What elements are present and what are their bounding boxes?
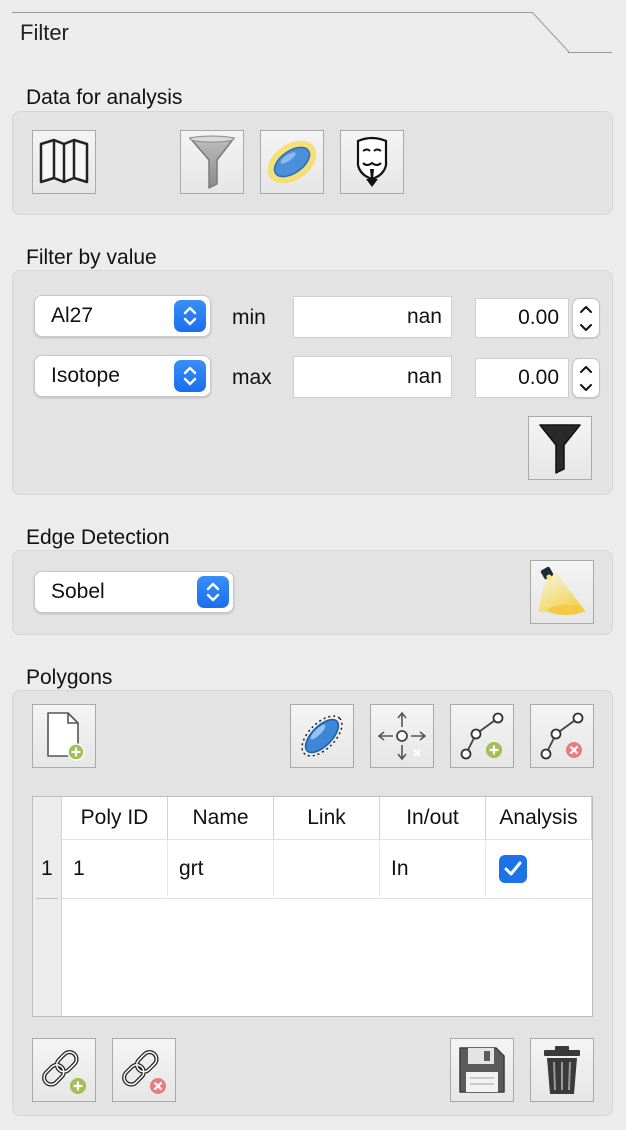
chevron-updown-icon [174, 300, 206, 332]
map-button[interactable] [32, 130, 96, 194]
cell-divider [379, 841, 380, 897]
save-button[interactable] [450, 1038, 514, 1102]
move-point-icon [377, 711, 427, 761]
cell-divider [273, 841, 274, 897]
chevron-down-icon[interactable] [573, 378, 599, 397]
chevron-updown-icon [197, 576, 229, 608]
column-header-poly-id[interactable]: Poly ID [62, 797, 168, 839]
edge-detect-button[interactable] [530, 560, 594, 624]
edge-method-value: Sobel [51, 580, 105, 603]
funnel-icon [189, 135, 235, 189]
cell-name[interactable]: grt [179, 841, 269, 897]
cell-divider [485, 841, 486, 897]
min-spinbox[interactable]: 0.00 [475, 298, 569, 338]
max-spinbox[interactable]: 0.00 [475, 358, 569, 398]
row-divider [62, 898, 592, 899]
save-icon [459, 1047, 505, 1093]
chevron-up-icon[interactable] [573, 359, 599, 378]
max-value-field[interactable]: nan [293, 356, 452, 398]
remove-point-icon [540, 712, 584, 760]
section-heading-data-for-analysis: Data for analysis [26, 86, 183, 109]
move-point-button[interactable] [370, 704, 434, 768]
type-select[interactable]: Isotope [34, 355, 211, 397]
tab-border-right [568, 52, 612, 53]
section-heading-filter-by-value: Filter by value [26, 246, 157, 269]
map-icon [39, 138, 89, 184]
cell-poly-id[interactable]: 1 [73, 841, 163, 897]
min-label: min [232, 306, 266, 329]
cell-in-out[interactable]: In [391, 841, 481, 897]
tab-corner [531, 12, 570, 53]
min-value-field[interactable]: nan [293, 296, 452, 338]
column-header-link[interactable]: Link [274, 797, 380, 839]
row-index[interactable]: 1 [41, 841, 61, 897]
cell-link[interactable] [285, 841, 375, 897]
remove-point-button[interactable] [530, 704, 594, 768]
polygons-table[interactable]: Poly ID Name Link In/out Analysis 1 1 gr… [32, 796, 593, 1017]
delete-button[interactable] [530, 1038, 594, 1102]
remove-link-button[interactable] [112, 1038, 176, 1102]
polygon-highlight-icon [267, 140, 317, 184]
checkmark-icon [504, 861, 522, 876]
add-point-icon [460, 712, 504, 760]
funnel-dark-icon [539, 424, 581, 474]
section-heading-polygons: Polygons [26, 666, 113, 689]
new-polygon-button[interactable] [32, 704, 96, 768]
link-remove-icon [122, 1050, 166, 1094]
tab-border [12, 12, 532, 13]
cell-divider [167, 841, 168, 897]
spotlight-icon [538, 566, 586, 615]
type-select-value: Isotope [51, 364, 120, 387]
element-select-value: Al27 [51, 304, 94, 327]
add-point-button[interactable] [450, 704, 514, 768]
tab-filter[interactable]: Filter [20, 20, 69, 46]
new-document-icon [47, 712, 85, 761]
chevron-updown-icon [174, 360, 206, 392]
polygon-edit-icon [301, 715, 343, 757]
filter-data-button[interactable] [180, 130, 244, 194]
header-divider [62, 839, 592, 840]
mask-button[interactable] [340, 130, 404, 194]
mask-icon [356, 136, 388, 187]
row-gutter-divider [36, 898, 58, 899]
section-heading-edge-detection: Edge Detection [26, 526, 170, 549]
edge-method-select[interactable]: Sobel [34, 571, 234, 613]
cell-analysis [499, 841, 579, 897]
apply-filter-button[interactable] [528, 416, 592, 480]
chevron-up-icon[interactable] [573, 299, 599, 318]
min-stepper[interactable] [572, 298, 600, 338]
max-label: max [232, 366, 272, 389]
link-add-icon [42, 1050, 86, 1094]
add-link-button[interactable] [32, 1038, 96, 1102]
edit-polygon-button[interactable] [290, 704, 354, 768]
element-select[interactable]: Al27 [34, 295, 211, 337]
column-header-in-out[interactable]: In/out [380, 797, 486, 839]
max-stepper[interactable] [572, 358, 600, 398]
trash-icon [544, 1046, 580, 1094]
row-header-gutter [33, 797, 62, 1016]
polygon-highlight-button[interactable] [260, 130, 324, 194]
column-header-name[interactable]: Name [168, 797, 274, 839]
column-header-analysis[interactable]: Analysis [486, 797, 592, 839]
analysis-checkbox[interactable] [499, 855, 527, 883]
chevron-down-icon[interactable] [573, 318, 599, 337]
